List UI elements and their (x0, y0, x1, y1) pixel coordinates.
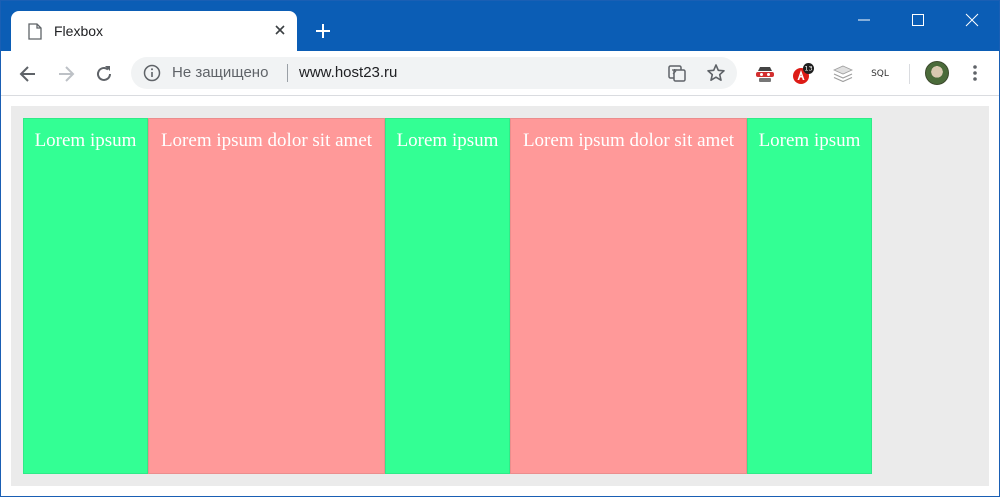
angular-extension-icon[interactable]: 13 (791, 62, 815, 86)
maximize-icon[interactable] (907, 9, 929, 31)
flex-item-3: Lorem ipsum (385, 118, 510, 474)
bookmark-star-icon[interactable] (705, 62, 727, 84)
forward-icon[interactable] (55, 63, 77, 85)
address-separator (287, 64, 288, 82)
security-status[interactable]: Не защищено (172, 64, 268, 81)
flex-item-5: Lorem ipsum (747, 118, 872, 474)
info-icon[interactable] (143, 64, 161, 82)
more-menu-icon[interactable] (964, 62, 986, 84)
address-bar[interactable]: Не защищено www.host23.ru (131, 57, 737, 89)
flex-item-4: Lorem ipsum dolor sit amet (510, 118, 747, 474)
document-icon (28, 23, 42, 40)
page-viewport: Lorem ipsum Lorem ipsum dolor sit amet L… (1, 97, 999, 496)
incognito-extension-icon[interactable] (753, 62, 777, 86)
close-window-icon[interactable] (961, 9, 983, 31)
extension-badge: 13 (804, 65, 812, 73)
toolbar-separator (909, 64, 910, 84)
title-bar: Flexbox (1, 1, 999, 51)
profile-avatar[interactable] (925, 61, 949, 85)
url-text[interactable]: www.host23.ru (299, 64, 397, 81)
flex-item-1: Lorem ipsum (23, 118, 148, 474)
reload-icon[interactable] (93, 63, 115, 85)
sql-extension-icon[interactable]: SQL (868, 62, 892, 86)
tab-flexbox[interactable]: Flexbox (11, 11, 297, 51)
flex-row: Lorem ipsum Lorem ipsum dolor sit amet L… (23, 118, 872, 474)
browser-toolbar: Не защищено www.host23.ru 13 SQL (1, 51, 999, 96)
browser-window: Flexbox Не защищено www.host23.ru 13 SQL… (0, 0, 1000, 497)
flex-item-2: Lorem ipsum dolor sit amet (148, 118, 385, 474)
minimize-icon[interactable] (853, 9, 875, 31)
layers-extension-icon[interactable] (831, 62, 855, 86)
tab-title: Flexbox (54, 23, 104, 39)
translate-icon[interactable] (667, 63, 687, 83)
new-tab-icon[interactable] (312, 20, 334, 42)
close-tab-icon[interactable] (271, 21, 289, 39)
back-icon[interactable] (17, 63, 39, 85)
flex-container: Lorem ipsum Lorem ipsum dolor sit amet L… (11, 106, 989, 486)
